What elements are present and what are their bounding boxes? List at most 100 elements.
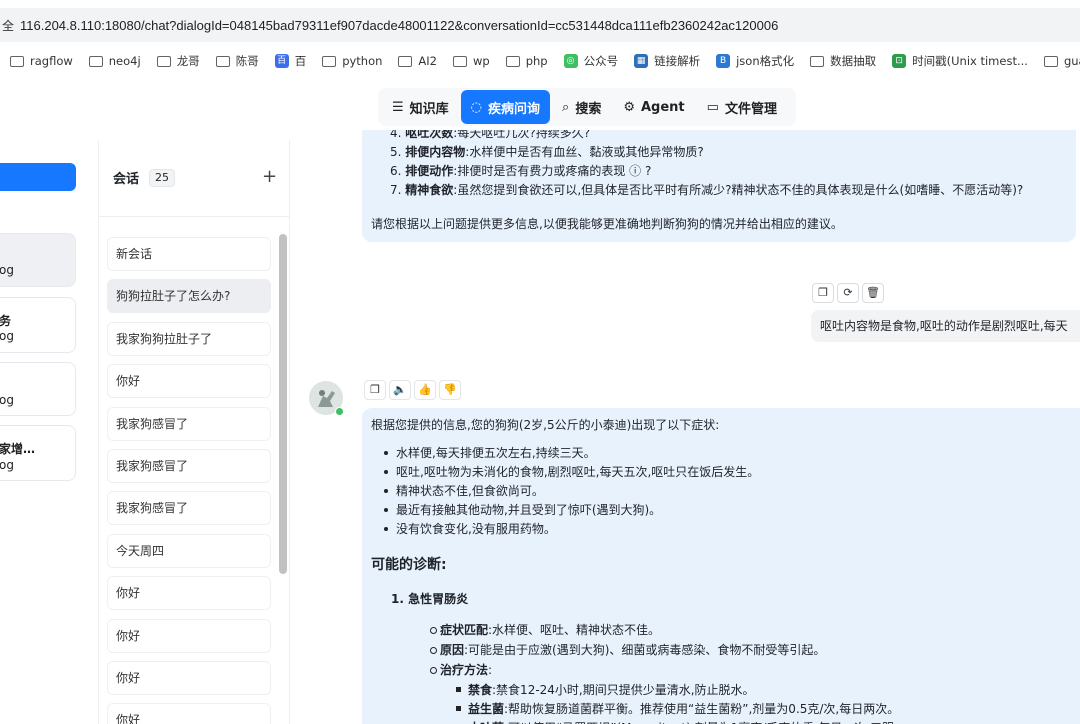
detail-text: : xyxy=(488,663,493,677)
detail-label: 治疗方法 xyxy=(440,663,489,677)
agent-icon: ⚙ xyxy=(623,99,635,115)
add-conversation-icon[interactable]: + xyxy=(262,166,277,187)
question-number: 7. xyxy=(390,183,402,197)
assistant-card[interactable]: og xyxy=(0,362,76,416)
bookmark-item[interactable]: 百百 xyxy=(274,53,307,69)
conversation-item[interactable]: 我家狗感冒了 xyxy=(107,491,271,526)
nav-disease-inquiry[interactable]: ◌ 疾病问询 xyxy=(460,90,551,124)
bookmark-item[interactable]: wp xyxy=(453,54,490,68)
bookmark-item[interactable]: ▦ 链接解析 xyxy=(634,53,700,69)
speaker-icon[interactable]: 🔈 xyxy=(389,380,411,400)
treatment-label: 禁食 xyxy=(468,683,493,697)
nav-label: 知识库 xyxy=(409,101,449,117)
copy-icon[interactable]: ❐ xyxy=(812,283,834,303)
bookmark-label: 时间戳(Unix timest... xyxy=(912,54,1028,68)
address-bar[interactable]: 全 116.204.8.110:18080/chat?dialogId=0481… xyxy=(0,8,1080,42)
bookmark-item[interactable]: ragflow xyxy=(10,54,73,68)
bookmark-item[interactable]: ⊡ 时间戳(Unix timest... xyxy=(892,53,1028,69)
copy-icon[interactable]: ❐ xyxy=(364,380,386,400)
assistant-card-sub: og xyxy=(0,393,14,407)
conversation-item[interactable]: 你好 xyxy=(107,660,271,695)
bookmark-label: wp xyxy=(473,54,490,68)
bookmark-item[interactable]: 龙哥 xyxy=(156,53,200,69)
nav-label: Agent xyxy=(640,99,685,115)
bookmark-label: neo4j xyxy=(108,54,141,68)
detail-text: :可能是由于应激(遇到大狗)、细菌或病毒感染、食物不耐受等引起。 xyxy=(464,643,826,657)
bookmark-label: 数据抽取 xyxy=(830,54,877,68)
symptom-item: 精神状态不佳,但食欲尚可。 xyxy=(382,482,759,501)
conversation-item[interactable]: 你好 xyxy=(107,703,271,724)
clock-icon: ⊡ xyxy=(892,54,907,68)
nav-label: 疾病问询 xyxy=(488,101,541,117)
database-icon: ☰ xyxy=(392,99,404,115)
conversation-item[interactable]: 我家狗感冒了 xyxy=(107,448,271,483)
bookmark-label: 龙哥 xyxy=(176,54,200,68)
bookmark-item[interactable]: Bjson格式化 xyxy=(716,53,794,69)
url-host: 116.204.8.110 xyxy=(20,17,102,33)
symptom-item: 呕吐,呕吐物为未消化的食物,剧烈呕吐,每天五次,呕吐只在饭后发生。 xyxy=(382,463,759,482)
bookmark-item[interactable]: neo4j xyxy=(88,54,141,68)
delete-icon[interactable]: 🗑 xyxy=(862,283,884,303)
online-status-dot xyxy=(335,407,344,416)
treatment-label: 益生菌 xyxy=(468,702,505,716)
address-url[interactable]: 116.204.8.110:18080/chat?dialogId=048145… xyxy=(20,18,778,33)
thumbs-down-icon[interactable]: 👎 xyxy=(439,380,461,400)
bookmark-item[interactable]: 数据抽取 xyxy=(810,53,876,69)
conversation-item[interactable]: 我家狗感冒了 xyxy=(107,406,271,441)
assistant-card-title: 务 xyxy=(0,314,12,328)
nav-search[interactable]: ⌕ 搜索 xyxy=(552,90,611,124)
conversation-header: 会话 25 xyxy=(113,168,176,187)
question-text: :虽然您提到食欲还可以,但具体是否比平时有所减少?精神状态不佳的具体表现是什么(… xyxy=(453,183,1024,197)
conversation-item[interactable]: 我家狗狗拉肚子了 xyxy=(107,321,271,356)
bookmark-item[interactable]: guaji xyxy=(1043,54,1080,68)
conversation-panel: 会话 25 + 新会话 狗狗拉肚子了怎么办? 我家狗狗拉肚子了 你好 我家狗感冒了 我家狗… xyxy=(98,140,290,724)
bookmark-item[interactable]: php xyxy=(505,54,548,68)
conversation-scrollbar[interactable] xyxy=(279,234,287,574)
conversation-item[interactable]: 你好 xyxy=(107,576,271,611)
bookmark-label: 陈哥 xyxy=(235,54,259,68)
question-label: 排便内容物 xyxy=(405,145,466,159)
diagnosis-heading: 可能的诊断: xyxy=(371,557,447,573)
question-item: 5. 排便内容物:水样便中是否有血丝、黏液或其他异常物质? xyxy=(390,143,1023,162)
assistant-card-sub: og xyxy=(0,263,14,277)
assistant-card[interactable]: 务 og xyxy=(0,297,76,353)
create-assistant-button[interactable] xyxy=(0,163,76,191)
folder-icon xyxy=(10,55,24,67)
user-message-toolbar: ❐ ⟳ 🗑 xyxy=(812,283,887,303)
nav-file-management[interactable]: ▭ 文件管理 xyxy=(697,90,787,124)
conversation-item[interactable]: 你好 xyxy=(107,364,271,399)
assistant-card[interactable]: 家增… og xyxy=(0,425,76,481)
folder-icon xyxy=(453,55,467,67)
bookmark-item[interactable]: 陈哥 xyxy=(215,53,259,69)
folder-icon: ▭ xyxy=(706,99,719,115)
bookmark-label: 百 xyxy=(294,54,307,68)
message-footer: 请您根据以上问题提供更多信息,以便我能够更准确地判断狗狗的情况并给出相应的建议。 xyxy=(371,217,843,231)
folder-icon xyxy=(1043,55,1058,67)
bookmark-label: guaji xyxy=(1063,54,1080,68)
thumbs-up-icon[interactable]: 👍 xyxy=(414,380,436,400)
nav-label: 文件管理 xyxy=(724,101,777,117)
regenerate-icon[interactable]: ⟳ xyxy=(837,283,859,303)
bookmark-label: php xyxy=(525,54,548,68)
folder-icon xyxy=(215,55,230,67)
folder-icon xyxy=(322,55,337,67)
question-list: 4. 呕吐次数:每天呕吐几次?持续多久? 5. 排便内容物:水样便中是否有血丝、黏… xyxy=(390,130,1023,200)
symptom-item: 水样便,每天排便五次左右,持续三天。 xyxy=(382,444,759,463)
diagnosis-item: 1. 急性胃肠炎 xyxy=(391,592,469,606)
bookmark-item[interactable]: ◎ 公众号 xyxy=(563,53,618,69)
nav-agent[interactable]: ⚙ Agent xyxy=(613,90,694,124)
chat-area: 4. 呕吐次数:每天呕吐几次?持续多久? 5. 排便内容物:水样便中是否有血丝、黏… xyxy=(290,130,1080,724)
bookmark-item[interactable]: AI2 xyxy=(398,54,437,68)
folder-icon xyxy=(156,55,171,67)
conversation-item[interactable]: 你好 xyxy=(107,618,271,653)
conversation-item[interactable]: 狗狗拉肚子了怎么办? xyxy=(107,279,271,314)
symptom-list: 水样便,每天排便五次左右,持续三天。 呕吐,呕吐物为未消化的食物,剧烈呕吐,每天五… xyxy=(382,444,759,539)
conversation-item[interactable]: 新会话 xyxy=(107,237,271,271)
assistant-card[interactable]: og xyxy=(0,233,76,287)
bookmark-item[interactable]: python xyxy=(322,54,382,68)
detail-label: 症状匹配 xyxy=(440,623,489,637)
folder-icon xyxy=(398,55,413,67)
question-label: 精神食欲 xyxy=(405,183,454,197)
nav-knowledge-base[interactable]: ☰ 知识库 xyxy=(382,90,459,124)
conversation-item[interactable]: 今天周四 xyxy=(107,533,271,568)
